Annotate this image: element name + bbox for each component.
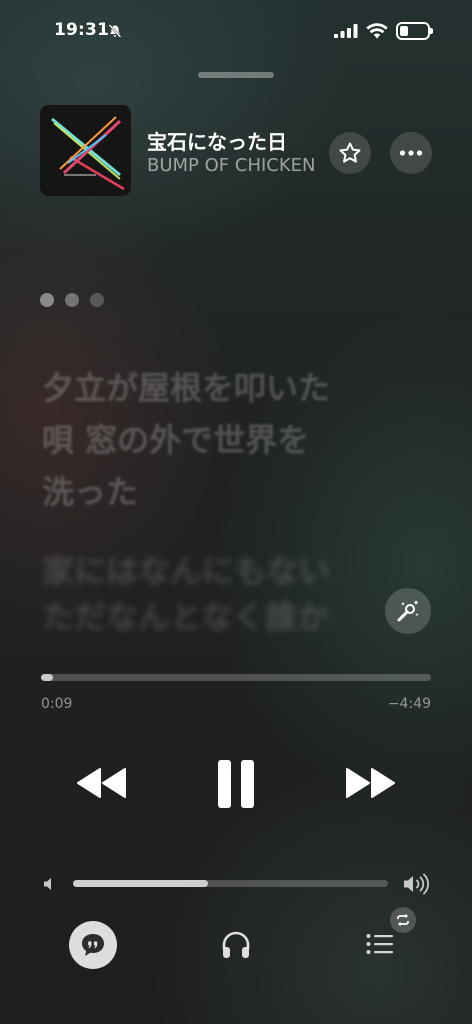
progress-scrubber[interactable] (41, 674, 431, 681)
artist-name: BUMP OF CHICKEN (147, 155, 316, 176)
lyric-line: ただなんとなく誰か (42, 598, 330, 636)
sing-karaoke-button[interactable] (385, 588, 431, 634)
volume-high-icon (404, 873, 430, 895)
battery-icon (396, 22, 433, 40)
volume-fill (73, 880, 208, 887)
remaining-time: −4:49 (387, 696, 431, 712)
lyric-line: 家にはなんにもない (42, 552, 331, 590)
ellipsis-icon (399, 150, 423, 156)
lyrics-wait-dot (90, 293, 104, 307)
lyrics-current[interactable]: 夕立が屋根を叩いた 唄 窓の外で世界を 洗った (42, 362, 422, 518)
repeat-icon (397, 913, 409, 927)
elapsed-time: 0:09 (41, 696, 73, 712)
song-title: 宝石になった日 (147, 130, 287, 154)
previous-track-button[interactable] (76, 766, 128, 800)
lyric-line: 唄 窓の外で世界を (42, 421, 310, 459)
bell-slash-icon (108, 24, 122, 38)
next-track-button[interactable] (344, 766, 396, 800)
headphones-icon[interactable] (220, 929, 252, 961)
progress-fill (41, 674, 53, 681)
lyric-line: 洗った (42, 473, 139, 511)
album-art-image (40, 105, 131, 196)
album-artwork[interactable] (40, 105, 131, 196)
pause-button[interactable] (216, 759, 256, 809)
queue-list-button[interactable] (366, 932, 394, 956)
favorite-button[interactable] (329, 132, 371, 174)
lyrics-upcoming[interactable]: 家にはなんにもない ただなんとなく誰か (42, 548, 422, 640)
more-options-button[interactable] (390, 132, 432, 174)
sheet-grabber[interactable] (198, 72, 274, 78)
status-time: 19:31 (54, 20, 110, 40)
volume-low-icon (44, 878, 51, 890)
quote-bubble-icon (82, 934, 104, 956)
cellular-signal-icon (334, 24, 358, 38)
star-icon (339, 142, 361, 163)
microphone-sparkle-icon (397, 600, 419, 622)
lyrics-wait-dot (65, 293, 79, 307)
wifi-icon (366, 23, 388, 39)
repeat-indicator[interactable] (390, 907, 416, 933)
lyric-line: 夕立が屋根を叩いた (42, 369, 331, 407)
artist-name-container[interactable]: BUMP OF CHICKEN (147, 155, 327, 176)
lyrics-button[interactable] (69, 921, 117, 969)
lyrics-wait-dot (40, 293, 54, 307)
